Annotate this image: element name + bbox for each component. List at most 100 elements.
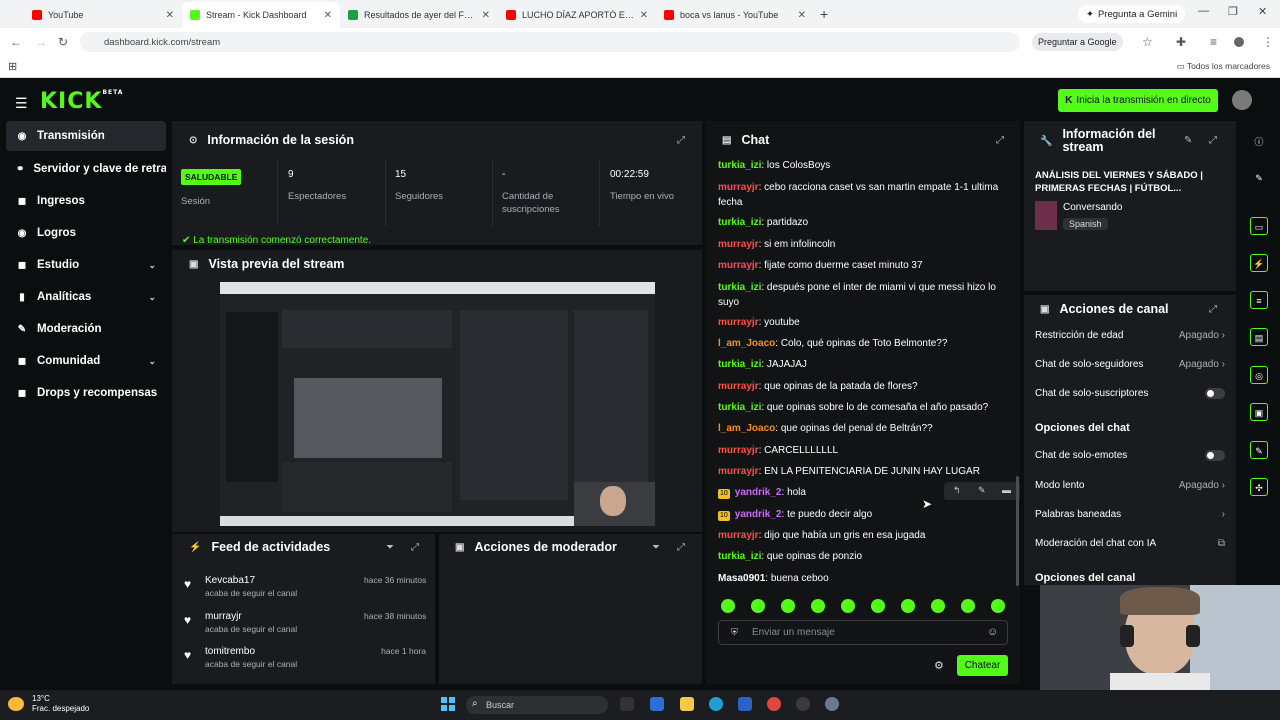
gemini-button[interactable]: ✦ Pregunta a Gemini <box>1078 5 1186 23</box>
sidebar-item-hammer[interactable]: ✎ Moderación <box>6 314 166 344</box>
go-live-button[interactable]: K Inicia la transmisión en directo <box>1058 89 1218 112</box>
menu-icon[interactable]: ☰ <box>15 95 28 112</box>
browser-tab[interactable]: Resultados de ayer del Fútbol A ✕ <box>340 2 498 28</box>
bolt-icon[interactable]: ⚡ <box>1250 254 1268 272</box>
chat-username[interactable]: yandrik_2 <box>735 487 782 498</box>
reload-icon[interactable]: ↻ <box>58 35 68 49</box>
close-window-icon[interactable]: ✕ <box>1258 5 1267 18</box>
expand-icon[interactable]: ⤢ <box>677 135 685 146</box>
chat-message[interactable]: murrayjr: si em infolincoln <box>718 237 1008 252</box>
chrome-icon[interactable] <box>767 697 781 711</box>
expand-icon[interactable]: ⤢ <box>1209 304 1217 315</box>
setting-row[interactable]: Palabras baneadas › <box>1035 509 1225 520</box>
expand-icon[interactable]: ⤢ <box>411 542 419 553</box>
edit-icon[interactable]: ✎ <box>1250 169 1268 187</box>
sidebar-item-broadcast[interactable]: ◉ Transmisión <box>6 121 166 151</box>
setting-value[interactable]: Apagado › <box>1179 330 1225 341</box>
chat-message[interactable]: murrayjr: EN LA PENITENCIARIA DE JUNIN H… <box>718 464 1008 479</box>
chat-message[interactable]: murrayjr: CARCELLLLLLL <box>718 443 1008 458</box>
minimize-icon[interactable]: — <box>1198 5 1209 17</box>
obs-icon[interactable] <box>796 697 810 711</box>
sidebar-item-money[interactable]: ◼ Ingresos <box>6 186 166 216</box>
chat-message[interactable]: l_am_Joaco: que opinas del penal de Belt… <box>718 421 1008 436</box>
taskbar-search[interactable]: Buscar <box>466 696 608 714</box>
chat-username[interactable]: murrayjr <box>718 317 759 328</box>
close-tab-icon[interactable]: ✕ <box>482 10 490 21</box>
chat-username[interactable]: turkia_izi <box>718 551 761 562</box>
browser-tab[interactable]: Stream - Kick Dashboard ✕ <box>182 2 340 28</box>
pin-icon[interactable]: ✎ <box>978 485 986 496</box>
setting-row[interactable]: Chat de solo-seguidores Apagado › <box>1035 359 1225 370</box>
chat-username[interactable]: turkia_izi <box>718 217 761 228</box>
chat-message[interactable]: turkia_izi: JAJAJAJ <box>718 357 1008 372</box>
reply-icon[interactable]: ↰ <box>953 485 961 496</box>
url-field[interactable]: dashboard.kick.com/stream <box>80 32 1020 52</box>
emote-icon[interactable] <box>931 599 945 613</box>
close-tab-icon[interactable]: ✕ <box>324 10 332 21</box>
chat-username[interactable]: l_am_Joaco <box>718 338 775 349</box>
chat-icon[interactable]: ▤ <box>1250 328 1268 346</box>
chat-message[interactable]: murrayjr: que opinas de la patada de flo… <box>718 379 1008 394</box>
chat-username[interactable]: l_am_Joaco <box>718 423 775 434</box>
chat-message[interactable]: turkia_izi: partidazo <box>718 215 1008 230</box>
close-tab-icon[interactable]: ✕ <box>798 10 806 21</box>
emote-icon[interactable] <box>901 599 915 613</box>
emote-icon[interactable] <box>781 599 795 613</box>
all-bookmarks[interactable]: ▭ Todos los marcadores <box>1177 61 1270 72</box>
emote-icon[interactable] <box>811 599 825 613</box>
close-tab-icon[interactable]: ✕ <box>640 10 648 21</box>
kick-logo[interactable]: KICKBETA <box>40 89 123 114</box>
browser-tab[interactable]: LUCHO DÍAZ APORTÓ EN LA 1° ✕ <box>498 2 656 28</box>
layout-icon[interactable]: ▭ <box>1250 217 1268 235</box>
chat-message[interactable]: murrayjr: cebo racciona caset vs san mar… <box>718 180 1008 210</box>
send-chat-button[interactable]: Chatear <box>957 655 1008 676</box>
expand-icon[interactable]: ⤢ <box>996 135 1004 146</box>
emote-icon[interactable] <box>871 599 885 613</box>
edit-icon[interactable]: ✎ <box>1184 135 1192 146</box>
setting-row[interactable]: Moderación del chat con IA ⧉ <box>1035 538 1225 549</box>
filter-icon[interactable]: ⏷ <box>652 542 660 553</box>
emote-icon[interactable] <box>841 599 855 613</box>
card-icon[interactable]: ▣ <box>1250 403 1268 421</box>
chat-message[interactable]: l_am_Joaco: Colo, qué opinas de Toto Bel… <box>718 336 1008 351</box>
sidebar-item-chart[interactable]: ▮ Analíticas ⌄ <box>6 282 166 312</box>
chat-message[interactable]: turkia_izi: después pone el inter de mia… <box>718 280 1008 310</box>
emoji-icon[interactable]: ☺ <box>987 626 998 638</box>
chat-message[interactable]: murrayjr: dijo que había un gris en esa … <box>718 528 1008 543</box>
chat-message[interactable]: turkia_izi: que opinas sobre lo de comes… <box>718 400 1008 415</box>
chat-message[interactable]: murrayjr: youtube <box>718 315 1008 330</box>
gamepad-icon[interactable]: ✣ <box>1250 478 1268 496</box>
setting-row[interactable]: Modo lento Apagado › <box>1035 480 1225 491</box>
reading-list-icon[interactable]: ≡ <box>1210 35 1217 49</box>
chat-username[interactable]: turkia_izi <box>718 402 761 413</box>
settings-app-icon[interactable] <box>825 697 839 711</box>
sidebar-item-gift[interactable]: ◼ Drops y recompensas <box>6 378 166 408</box>
chat-username[interactable]: murrayjr <box>718 182 759 193</box>
target-icon[interactable]: ◎ <box>1250 366 1268 384</box>
browser-tab[interactable]: boca vs lanus - YouTube ✕ <box>656 2 814 28</box>
emote-icon[interactable] <box>751 599 765 613</box>
emote-icon[interactable] <box>961 599 975 613</box>
chat-message[interactable]: turkia_izi: los ColosBoys <box>718 158 1008 173</box>
toggle-switch[interactable] <box>1205 450 1225 461</box>
maximize-icon[interactable]: ❐ <box>1228 5 1238 18</box>
file-explorer-icon[interactable] <box>680 697 694 711</box>
sidebar-item-trophy[interactable]: ◉ Logros <box>6 218 166 248</box>
close-tab-icon[interactable]: ✕ <box>166 10 174 21</box>
setting-row[interactable]: Restricción de edad Apagado › <box>1035 330 1225 341</box>
ask-google-button[interactable]: Preguntar a Google <box>1032 33 1123 51</box>
chat-username[interactable]: murrayjr <box>718 260 759 271</box>
delete-icon[interactable]: ▬ <box>1002 485 1011 495</box>
chat-username[interactable]: murrayjr <box>718 530 759 541</box>
profile-icon[interactable] <box>1234 37 1244 47</box>
chat-username[interactable]: murrayjr <box>718 239 759 250</box>
chat-message[interactable]: turkia_izi: que opinas de ponzio <box>718 549 1008 564</box>
back-icon[interactable]: ← <box>10 35 22 49</box>
edge-icon[interactable] <box>709 697 723 711</box>
hammer-icon[interactable]: ✎ <box>1250 441 1268 459</box>
avatar[interactable] <box>1232 90 1252 110</box>
setting-value[interactable]: Apagado › <box>1179 480 1225 491</box>
browser-tab[interactable]: YouTube ✕ <box>24 2 182 28</box>
chat-message[interactable]: murrayjr: fijate como duerme caset minut… <box>718 258 1008 273</box>
chat-username[interactable]: murrayjr <box>718 381 759 392</box>
